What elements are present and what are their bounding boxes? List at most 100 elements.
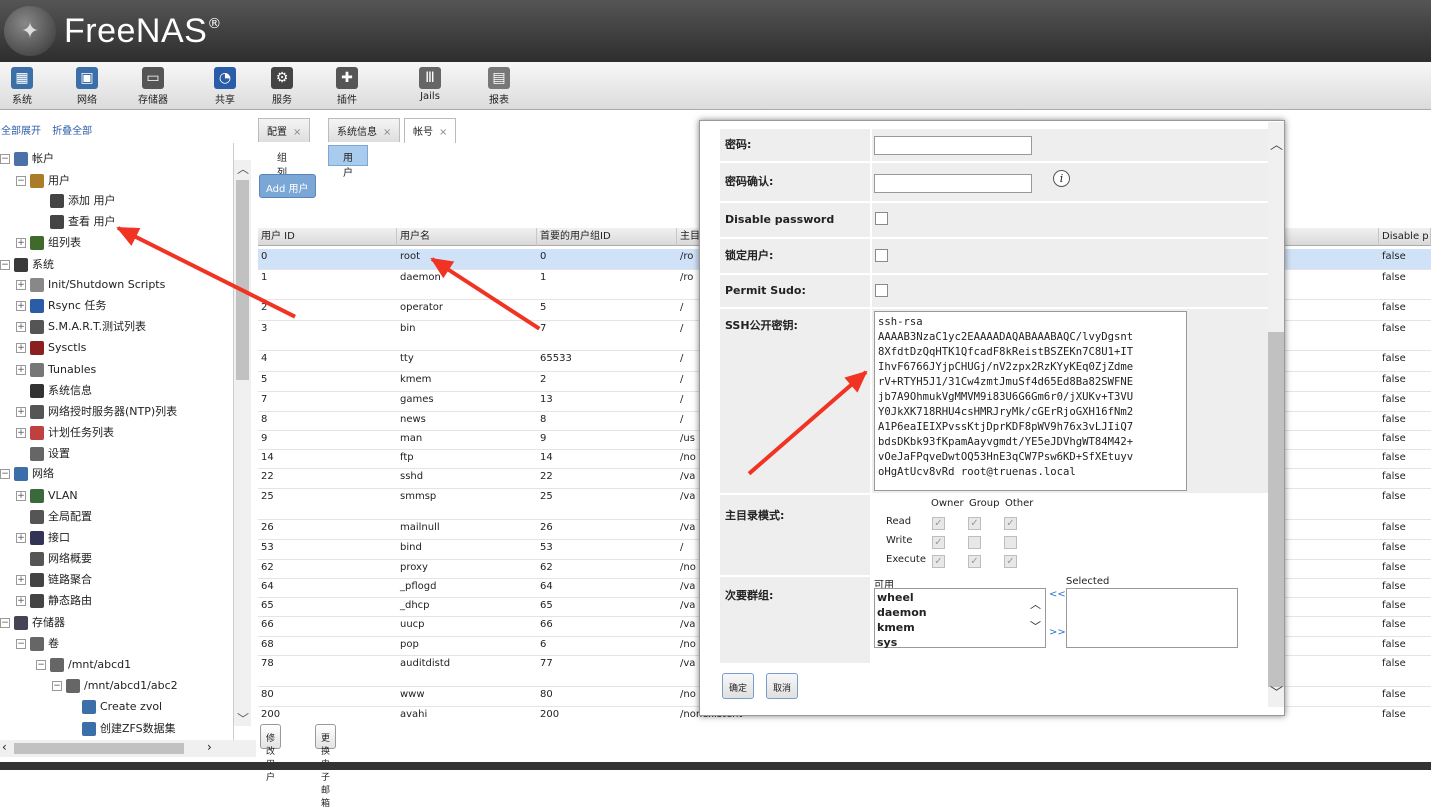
tree-item[interactable]: + 计划任务列表 (16, 423, 114, 443)
tree-item[interactable]: − 网络 (0, 464, 54, 484)
close-icon[interactable]: × (383, 127, 391, 138)
collapse-icon[interactable]: − (0, 260, 10, 270)
group-option[interactable]: daemon (877, 605, 1043, 620)
expand-icon[interactable]: + (16, 428, 26, 438)
tree-item[interactable]: + 链路聚合 (16, 570, 92, 590)
tree-item[interactable]: − 系统 (0, 255, 54, 275)
ok-button[interactable]: 确定 (722, 673, 755, 699)
disable-password-checkbox[interactable] (875, 212, 888, 225)
scroll-down-icon[interactable]: ﹀ (237, 710, 249, 727)
expand-icon[interactable]: + (16, 575, 26, 585)
tree-item[interactable]: + 静态路由 (16, 591, 92, 611)
list-scroll-up-icon[interactable]: ︿ (1030, 596, 1041, 612)
perm-checkbox[interactable]: ✓ (1004, 517, 1017, 530)
tree-item[interactable]: + Init/Shutdown Scripts (16, 275, 165, 295)
expand-icon[interactable]: + (16, 280, 26, 290)
toolbar-system-button[interactable]: ▦ 系统 (2, 65, 42, 106)
change-email-button[interactable]: 更换电子邮箱 (315, 724, 337, 809)
tree-horizontal-scrollbar[interactable]: ‹ › (0, 740, 256, 757)
list-scroll-down-icon[interactable]: ﹀ (1030, 618, 1041, 634)
tree-item[interactable]: + Tunables (16, 360, 96, 380)
tree-item[interactable]: − /mnt/abcd1/abc2 (52, 676, 178, 696)
group-option[interactable]: sys (877, 635, 1043, 650)
tree-scroll-thumb[interactable] (236, 180, 249, 380)
ssh-public-key-textarea[interactable]: ssh-rsa AAAAB3NzaC1yc2EAAAADAQABAAABAQC/l… (874, 311, 1187, 491)
tree-item[interactable]: 设置 (30, 444, 70, 464)
tree-item[interactable]: + 网络授时服务器(NTP)列表 (16, 402, 177, 422)
collapse-icon[interactable]: − (36, 660, 46, 670)
tree-item[interactable]: + VLAN (16, 486, 78, 506)
collapse-icon[interactable]: − (52, 681, 62, 691)
tree-item[interactable]: 全局配置 (30, 507, 92, 527)
dialog-scroll-thumb[interactable] (1268, 332, 1284, 687)
toolbar-storage-button[interactable]: ▭ 存储器 (133, 65, 173, 106)
group-option[interactable]: kmem (877, 620, 1043, 635)
tree-item[interactable]: 查看 用户 (50, 212, 116, 232)
perm-checkbox[interactable] (968, 536, 981, 549)
subtab-1[interactable]: 用户 (328, 145, 368, 179)
column-header[interactable]: 首要的用户组ID (537, 228, 677, 246)
expand-icon[interactable]: + (16, 491, 26, 501)
tree-item[interactable]: + Rsync 任务 (16, 296, 106, 316)
move-right-button[interactable]: >> (1049, 627, 1066, 638)
dialog-scrollbar[interactable]: ︿ ﹀ (1268, 122, 1284, 707)
tree-item[interactable]: − 卷 (16, 634, 59, 654)
tree-item[interactable]: 系统信息 (30, 381, 92, 401)
perm-checkbox[interactable] (1004, 536, 1017, 549)
toolbar-plugins-button[interactable]: ✚ 插件 (327, 65, 367, 106)
toolbar-jails-button[interactable]: Ⅲ Jails (410, 65, 450, 102)
cancel-button[interactable]: 取消 (766, 673, 799, 699)
perm-checkbox[interactable]: ✓ (932, 536, 945, 549)
modify-user-button[interactable]: 修改用户 (260, 724, 282, 783)
perm-checkbox[interactable]: ✓ (932, 517, 945, 530)
password-confirm-input[interactable] (874, 174, 1032, 193)
info-icon[interactable]: i (1053, 170, 1070, 187)
scroll-up-icon[interactable]: ︿ (237, 160, 249, 177)
tree-item[interactable]: − 存储器 (0, 613, 65, 633)
tree-scrollbar[interactable]: ︿ ﹀ (234, 160, 251, 726)
tree-item[interactable]: − /mnt/abcd1 (36, 655, 131, 675)
close-icon[interactable]: × (439, 127, 447, 138)
lock-user-checkbox[interactable] (875, 249, 888, 262)
permit-sudo-checkbox[interactable] (875, 284, 888, 297)
perm-checkbox[interactable]: ✓ (968, 555, 981, 568)
expand-icon[interactable]: + (16, 238, 26, 248)
subtab-0[interactable]: 组列表 (262, 145, 302, 194)
toolbar-network-button[interactable]: ▣ 网络 (67, 65, 107, 106)
expand-all-link[interactable]: 全部展开 (1, 126, 41, 137)
collapse-icon[interactable]: − (16, 176, 26, 186)
dialog-scroll-down-icon[interactable]: ﹀ (1270, 682, 1283, 701)
expand-icon[interactable]: + (16, 301, 26, 311)
move-left-button[interactable]: << (1049, 589, 1066, 600)
tree-item[interactable]: 网络概要 (30, 549, 92, 569)
tree-item[interactable]: 添加 用户 (50, 191, 116, 211)
password-input[interactable] (874, 136, 1032, 155)
column-header[interactable]: Disable p (1379, 228, 1431, 246)
column-header[interactable]: 用户 ID (258, 228, 397, 246)
column-header[interactable]: 用户名 (397, 228, 537, 246)
tab-1[interactable]: 系统信息 × (328, 118, 401, 142)
tab-2[interactable]: 帐号 × (404, 118, 457, 143)
tab-0[interactable]: 配置 × (258, 118, 311, 142)
tree-item[interactable]: + 接口 (16, 528, 70, 548)
expand-icon[interactable]: + (16, 596, 26, 606)
collapse-icon[interactable]: − (0, 154, 10, 164)
toolbar-sharing-button[interactable]: ◔ 共享 (205, 65, 245, 106)
tree-item[interactable]: Create zvol (82, 697, 162, 717)
tree-item[interactable]: 创建ZFS数据集 (82, 719, 176, 739)
expand-icon[interactable]: + (16, 407, 26, 417)
close-icon[interactable]: × (293, 127, 301, 138)
perm-checkbox[interactable]: ✓ (1004, 555, 1017, 568)
toolbar-reports-button[interactable]: ▤ 报表 (479, 65, 519, 106)
expand-icon[interactable]: + (16, 343, 26, 353)
horizontal-scroll-thumb[interactable] (14, 743, 184, 754)
collapse-icon[interactable]: − (0, 618, 10, 628)
scroll-right-icon[interactable]: › (207, 740, 212, 754)
expand-icon[interactable]: + (16, 322, 26, 332)
tree-item[interactable]: + Sysctls (16, 338, 86, 358)
collapse-icon[interactable]: − (16, 639, 26, 649)
selected-groups-list[interactable] (1066, 588, 1238, 648)
dialog-scroll-up-icon[interactable]: ︿ (1270, 134, 1283, 153)
available-groups-list[interactable]: wheel daemon kmem sys (874, 588, 1046, 650)
collapse-icon[interactable]: − (0, 469, 10, 479)
